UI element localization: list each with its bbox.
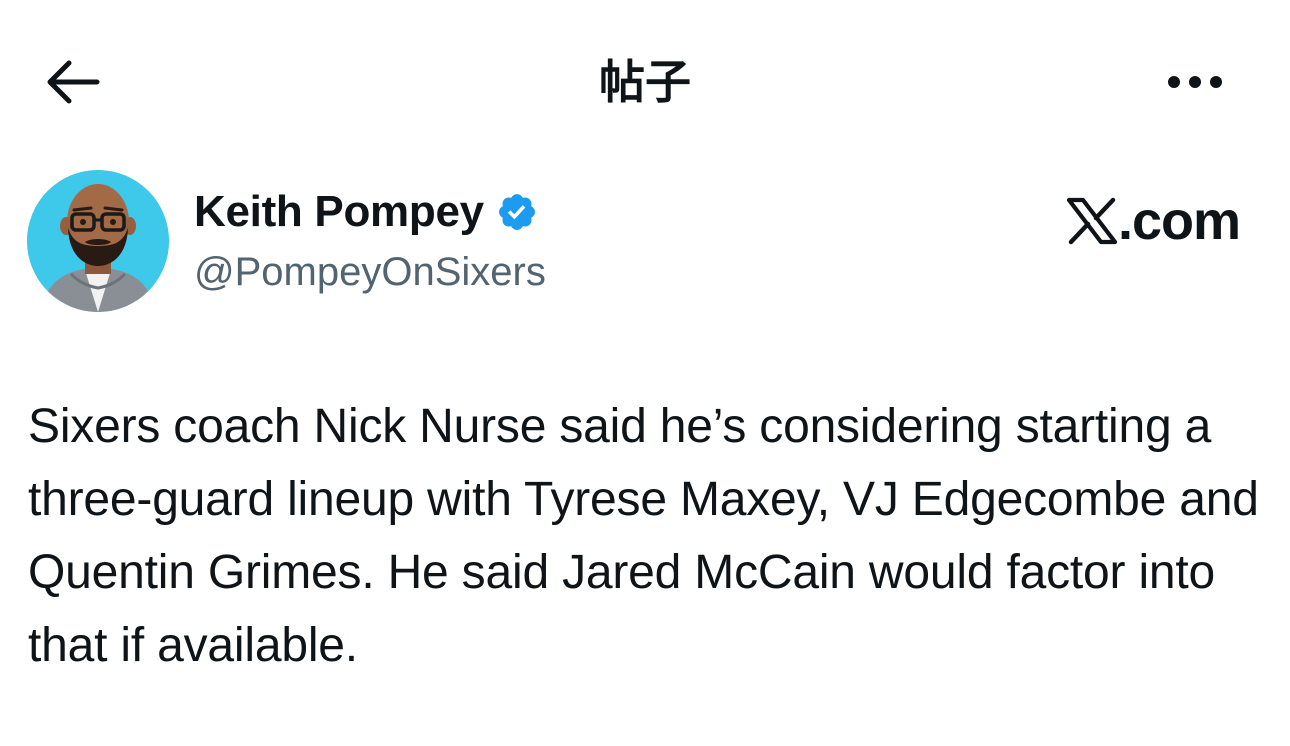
x-com-logo: .com bbox=[1066, 188, 1241, 254]
more-horizontal-icon bbox=[1168, 76, 1222, 88]
verified-badge-icon bbox=[498, 194, 535, 230]
more-options-button[interactable] bbox=[1160, 60, 1230, 104]
top-bar: 帖子 bbox=[0, 0, 1290, 170]
tweet-text: Sixers coach Nick Nurse said he’s consid… bbox=[28, 400, 1259, 672]
author-handle[interactable]: @PompeyOnSixers bbox=[194, 244, 546, 300]
page-title: 帖子 bbox=[599, 55, 691, 109]
tweet-author: Keith Pompey @PompeyOnSixers .com bbox=[27, 170, 1267, 315]
display-name-row: Keith Pompey bbox=[194, 184, 538, 240]
avatar[interactable] bbox=[27, 170, 169, 312]
x-logo-icon bbox=[1066, 197, 1118, 245]
x-com-label: .com bbox=[1117, 191, 1241, 251]
display-name[interactable]: Keith Pompey bbox=[194, 184, 484, 240]
avatar-memoji-icon bbox=[27, 170, 169, 312]
